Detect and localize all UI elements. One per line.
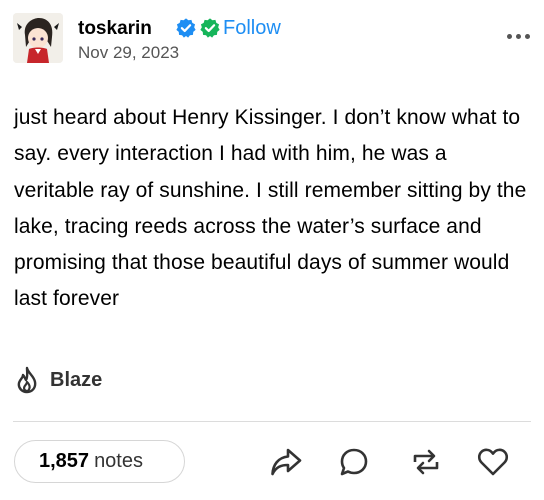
speech-bubble-icon [340,448,368,476]
reply-icon[interactable] [337,445,371,479]
dot [516,33,521,39]
share-arrow-icon [271,448,302,476]
post-body-text: just heard about Henry Kissinger. I don’… [14,106,527,311]
reblog-arrows-icon [413,449,439,475]
share-icon[interactable] [269,445,303,479]
avatar[interactable] [13,13,63,63]
notes-count: 1,857 [39,450,90,472]
blog-name[interactable]: toskarin [78,18,152,40]
notes-label: notes [94,450,143,472]
post-date: Nov 29, 2023 [78,43,180,62]
avatar-image [13,13,63,63]
heart-icon [477,448,509,476]
divider [13,421,531,422]
blaze-label: Blaze [50,368,103,391]
follow-button[interactable]: Follow [223,17,281,40]
verified-badge-green-icon [200,18,220,38]
post-header: toskarin Follow Nov 29, 2023 [13,13,533,69]
verified-badges [175,17,221,39]
dot [507,33,512,39]
verified-badge-icon [176,18,196,38]
like-icon[interactable] [476,445,510,479]
reblog-icon[interactable] [409,445,443,479]
dot [525,33,530,39]
blaze-button[interactable]: Blaze [14,366,102,394]
flame-icon [17,366,37,394]
more-options-icon[interactable] [507,31,533,41]
notes-button[interactable]: 1,857 notes [14,440,185,483]
